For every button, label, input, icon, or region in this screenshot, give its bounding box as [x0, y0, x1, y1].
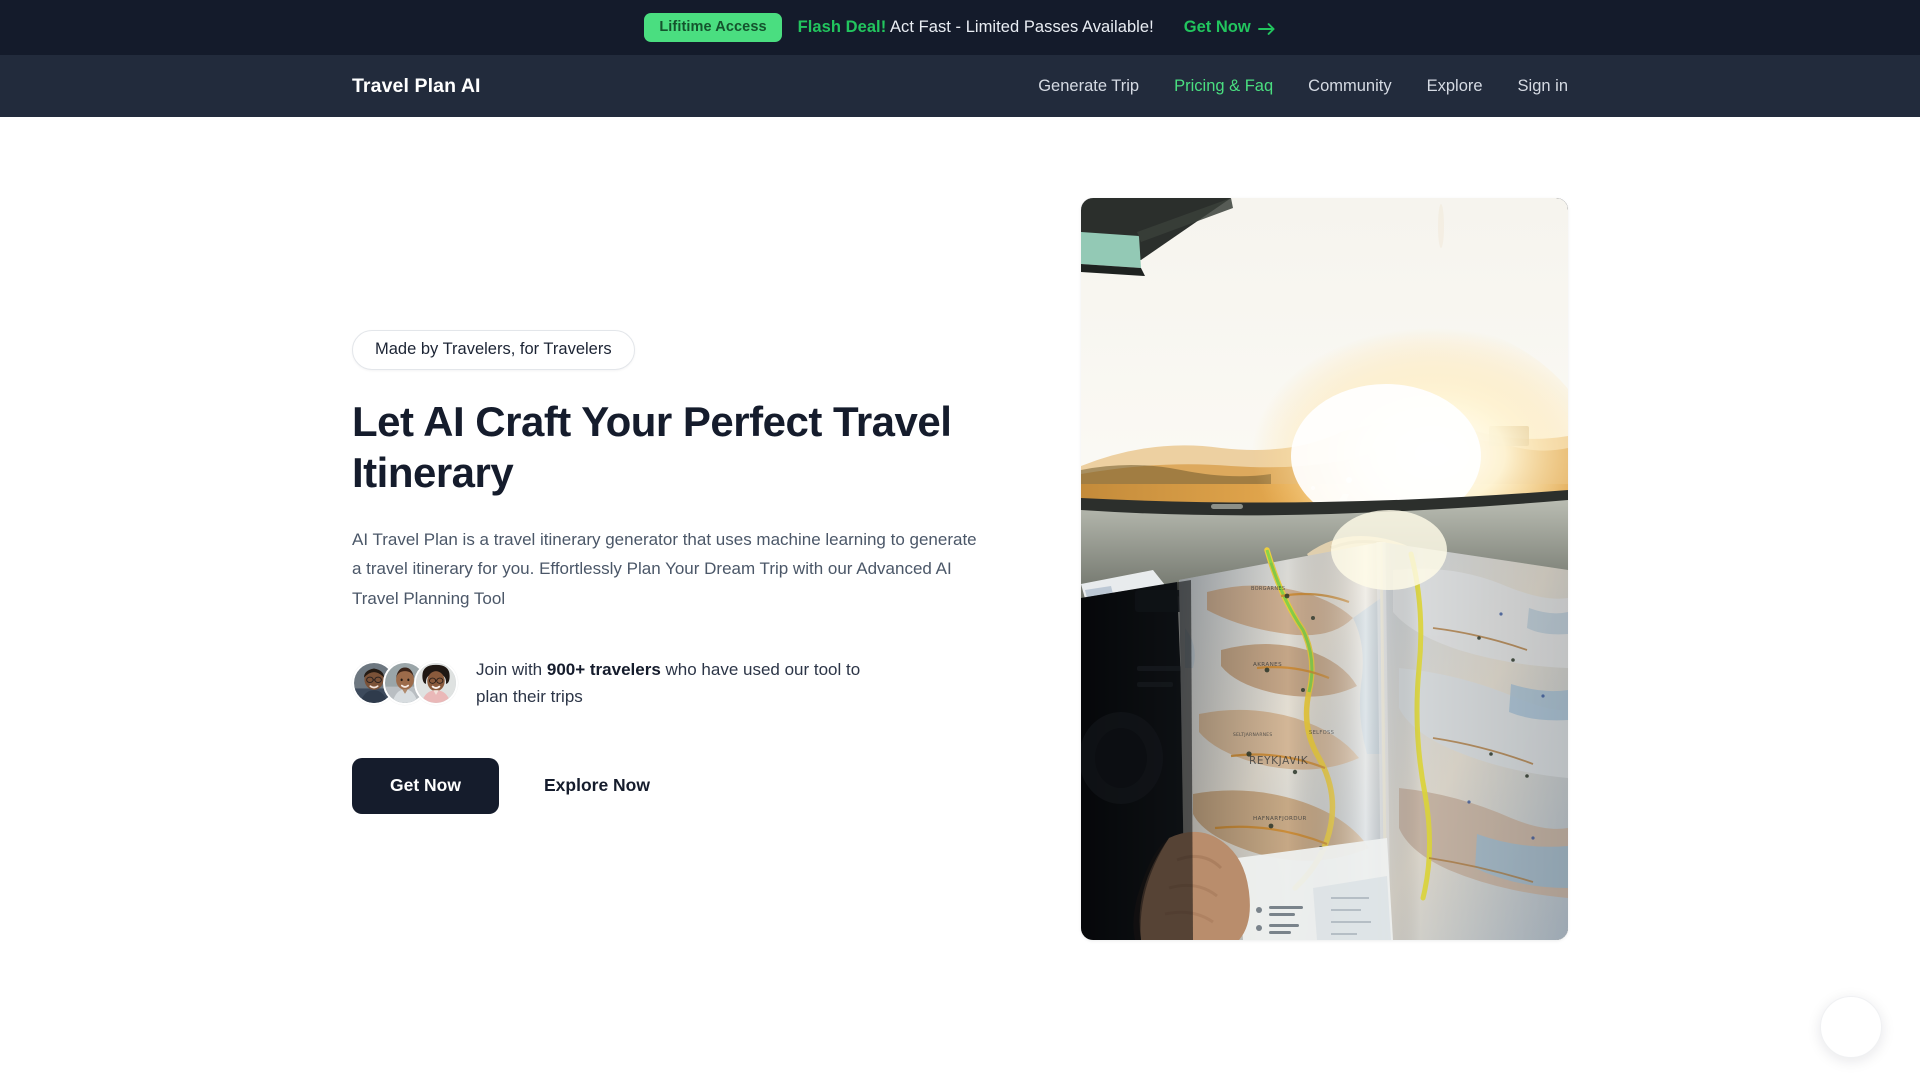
social-proof-text: Join with 900+ travelers who have used o…	[476, 656, 896, 710]
social-proof-prefix: Join with	[476, 660, 547, 680]
main-navbar: Travel Plan AI Generate Trip Pricing & F…	[0, 55, 1920, 117]
social-proof-highlight: 900+ travelers	[546, 660, 661, 680]
hero-badge[interactable]: Made by Travelers, for Travelers	[352, 330, 635, 370]
brand-logo[interactable]: Travel Plan AI	[352, 75, 481, 98]
hero-section: Made by Travelers, for Travelers Let AI …	[0, 117, 1920, 1080]
nav-link-explore[interactable]: Explore	[1427, 77, 1483, 96]
explore-now-button[interactable]: Explore Now	[524, 758, 670, 813]
navbar-inner: Travel Plan AI Generate Trip Pricing & F…	[0, 75, 1920, 98]
nav-link-community[interactable]: Community	[1308, 77, 1391, 96]
promo-message-text: Act Fast - Limited Passes Available!	[889, 18, 1154, 36]
social-proof: Join with 900+ travelers who have used o…	[352, 656, 1012, 710]
promo-get-now-link[interactable]: Get Now	[1184, 18, 1276, 37]
hero-media: REYKJAVIK HAFNARFJORDUR AKRANES SELFOSS …	[1012, 117, 1568, 940]
avatar	[414, 661, 458, 706]
nav-link-generate-trip[interactable]: Generate Trip	[1038, 77, 1139, 96]
chat-widget-button[interactable]	[1820, 996, 1882, 1058]
flash-deal-label: Flash Deal!	[797, 18, 887, 36]
arrow-right-icon	[1257, 22, 1276, 36]
page-title: Let AI Craft Your Perfect Travel Itinera…	[352, 397, 952, 497]
navbar-links: Generate Trip Pricing & Faq Community Ex…	[1038, 77, 1568, 96]
hero-content: Made by Travelers, for Travelers Let AI …	[352, 117, 1012, 814]
promo-get-now-label: Get Now	[1183, 18, 1251, 36]
get-now-button[interactable]: Get Now	[352, 758, 499, 814]
avatar-stack	[352, 661, 458, 706]
promo-banner: Lifitime Access Flash Deal! Act Fast - L…	[0, 0, 1920, 55]
lifetime-access-pill[interactable]: Lifitime Access	[644, 12, 782, 43]
hero-cta-row: Get Now Explore Now	[352, 758, 1012, 814]
hero-image: REYKJAVIK HAFNARFJORDUR AKRANES SELFOSS …	[1081, 198, 1568, 940]
promo-message: Flash Deal! Act Fast - Limited Passes Av…	[798, 18, 1154, 37]
nav-link-sign-in[interactable]: Sign in	[1518, 77, 1568, 96]
nav-link-pricing-faq[interactable]: Pricing & Faq	[1174, 77, 1273, 96]
hero-description: AI Travel Plan is a travel itinerary gen…	[352, 529, 977, 608]
